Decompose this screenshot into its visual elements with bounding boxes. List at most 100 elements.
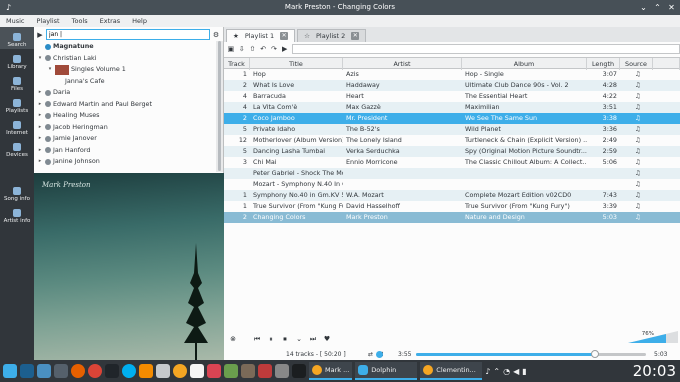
love-icon[interactable]: ♥ [322,334,332,344]
tab-playlist-1[interactable]: ★ Playlist 1 ✕ [226,29,296,42]
menu-help[interactable]: Help [132,15,147,27]
sidebar-item-files[interactable]: Files [0,71,34,93]
tree-item[interactable]: ▸ Jan Hanford [34,145,216,157]
tree-item[interactable]: ▸ Jamie Janover [34,133,216,145]
sidebar-item-artist-info[interactable]: Artist info [0,203,34,225]
sidebar-item-devices[interactable]: Devices [0,137,34,159]
table-row[interactable]: Peter Gabriel - Shock The Monkey.mp3 ♫ [224,168,680,179]
sidebar-item-song-info[interactable]: Song info [0,181,34,203]
minimize-icon[interactable]: ⌄ [639,3,648,12]
chevron-down-icon[interactable]: ▾ [47,64,53,76]
image-viewer-icon[interactable] [224,364,238,378]
tree-item[interactable]: ▸ Edward Martin and Paul Berget [34,99,216,111]
console-icon[interactable] [292,364,306,378]
gimp-icon[interactable] [241,364,255,378]
menu-tools[interactable]: Tools [72,15,88,27]
table-row[interactable]: 5 Dancing Lasha Tumbai Verka Serduchka Spy … [224,146,680,157]
desktop-icon[interactable] [20,364,34,378]
task-dolphin[interactable]: Dolphin [355,362,418,380]
tree-scrollbar[interactable] [216,41,223,172]
table-row[interactable]: 5 Private Idaho The B-52's Wild Planet 3:36 ♫ [224,124,680,135]
table-row[interactable]: 1 Symphony No.40 in Gm.KV 550-MoW.A. Moza… [224,190,680,201]
table-row[interactable]: Mozart - Symphony N.40 In G Minor ... ♫ [224,179,680,190]
video-icon[interactable] [275,364,289,378]
sidebar-item-internet[interactable]: Internet [0,115,34,137]
chevron-right-icon[interactable]: ▸ [37,133,43,145]
sidebar-item-search[interactable]: Search [0,27,34,49]
playlist-filter-input[interactable] [291,44,680,54]
chevron-right-icon[interactable]: ▸ [37,87,43,99]
gear-icon[interactable]: ⚙ [212,31,220,39]
search-input[interactable] [46,29,210,40]
save-playlist-icon[interactable]: ⇧ [249,45,257,53]
tree-item[interactable]: ▸ Healing Muses [34,110,216,122]
new-playlist-icon[interactable]: ▣ [227,45,235,53]
chrome-icon[interactable] [88,364,102,378]
stop-icon[interactable]: ⏹ [280,334,290,344]
filter-icon[interactable]: ▶ [281,45,289,53]
app-icon[interactable]: ♪ [4,3,13,12]
tab-playlist-2[interactable]: ☆ Playlist 2 ✕ [297,29,367,42]
close-icon[interactable]: ✕ [667,3,676,12]
table-row[interactable]: 4 La Vita Com'è Max Gazzè Maximilian 3:51 ♫ [224,102,680,113]
lastfm-icon[interactable] [376,351,383,358]
table-row[interactable]: 2 Coco Jamboo Mr. President We See The Same… [224,113,680,124]
table-row[interactable]: 1True Survivor (From "Kung Fury")David H… [224,201,680,212]
pause-icon[interactable]: ⏸ [266,334,276,344]
file-manager-icon[interactable] [54,364,68,378]
close-tab-icon[interactable]: ✕ [351,32,360,40]
app-launcher-icon[interactable] [3,364,17,378]
load-playlist-icon[interactable]: ⇩ [238,45,246,53]
firefox-icon[interactable] [71,364,85,378]
chevron-down-icon[interactable]: ▾ [37,53,43,65]
table-row[interactable]: 12 Motherlover (Album Version) [feat. J..… [224,135,680,146]
filter-icon[interactable]: ▶ [36,31,44,39]
clear-icon[interactable]: ⊗ [228,334,238,344]
maximize-icon[interactable]: ⌃ [653,3,662,12]
table-row[interactable]: 3 Chi Mai Ennio Morricone The Classic Chill… [224,157,680,168]
menu-extras[interactable]: Extras [100,15,121,27]
skype-icon[interactable] [122,364,136,378]
wifi-icon[interactable]: ◔ [503,367,510,376]
battery-icon[interactable]: ▮ [522,367,526,376]
menu-music[interactable]: Music [6,15,25,27]
chevron-right-icon[interactable]: ▸ [37,145,43,157]
task-clementine[interactable]: Clementin... [420,362,483,380]
sidebar-item-library[interactable]: Library [0,49,34,71]
chevron-right-icon[interactable]: ▸ [37,122,43,134]
table-row[interactable]: 2 What Is Love Haddaway Ultimate Club Dance… [224,80,680,91]
tree-item[interactable]: ▸ Janine Johnson [34,156,216,168]
volume-icon[interactable]: ◀ [513,367,519,376]
chevron-right-icon[interactable]: ▸ [37,110,43,122]
volume-control[interactable]: 76% [628,329,678,343]
screenshot-icon[interactable] [207,364,221,378]
undo-icon[interactable]: ↶ [259,45,267,53]
sidebar-item-playlists[interactable]: Playlists [0,93,34,115]
task-clementine-mini[interactable]: Mark ... [309,362,353,380]
next-icon[interactable]: ⏭ [308,334,318,344]
close-tab-icon[interactable]: ✕ [280,32,289,40]
repeat-icon[interactable]: ⇄ [368,351,373,358]
menu-playlist[interactable]: Playlist [37,15,60,27]
vlc-icon[interactable] [139,364,153,378]
chevron-right-icon[interactable]: ▸ [37,156,43,168]
tray-chevron-icon[interactable]: ⌃ [493,367,500,376]
terminal-icon[interactable] [105,364,119,378]
document-icon[interactable] [190,364,204,378]
chevron-right-icon[interactable]: ▸ [37,99,43,111]
clementine-icon[interactable] [173,364,187,378]
chevron-down-icon[interactable]: ⌄ [294,334,304,344]
tree-item[interactable]: Magnatune [34,41,216,53]
clock[interactable]: 20:03 [633,362,676,380]
redo-icon[interactable]: ↷ [270,45,278,53]
tree-item[interactable]: Janna's Cafe [34,76,216,88]
tray-clementine-icon[interactable]: ♪ [485,367,490,376]
editor-icon[interactable] [156,364,170,378]
tree-item[interactable]: ▸ Jacob Heringman [34,122,216,134]
mail-icon[interactable] [258,364,272,378]
tree-item[interactable]: ▾ Christian Laki [34,53,216,65]
previous-icon[interactable]: ⏮ [252,334,262,344]
table-row[interactable]: 4 Barracuda Heart The Essential Heart 4:22 ♫ [224,91,680,102]
tree-item[interactable]: ▸ Daria [34,87,216,99]
table-row[interactable]: 2 Changing Colors Mark Preston Nature and D… [224,212,680,223]
